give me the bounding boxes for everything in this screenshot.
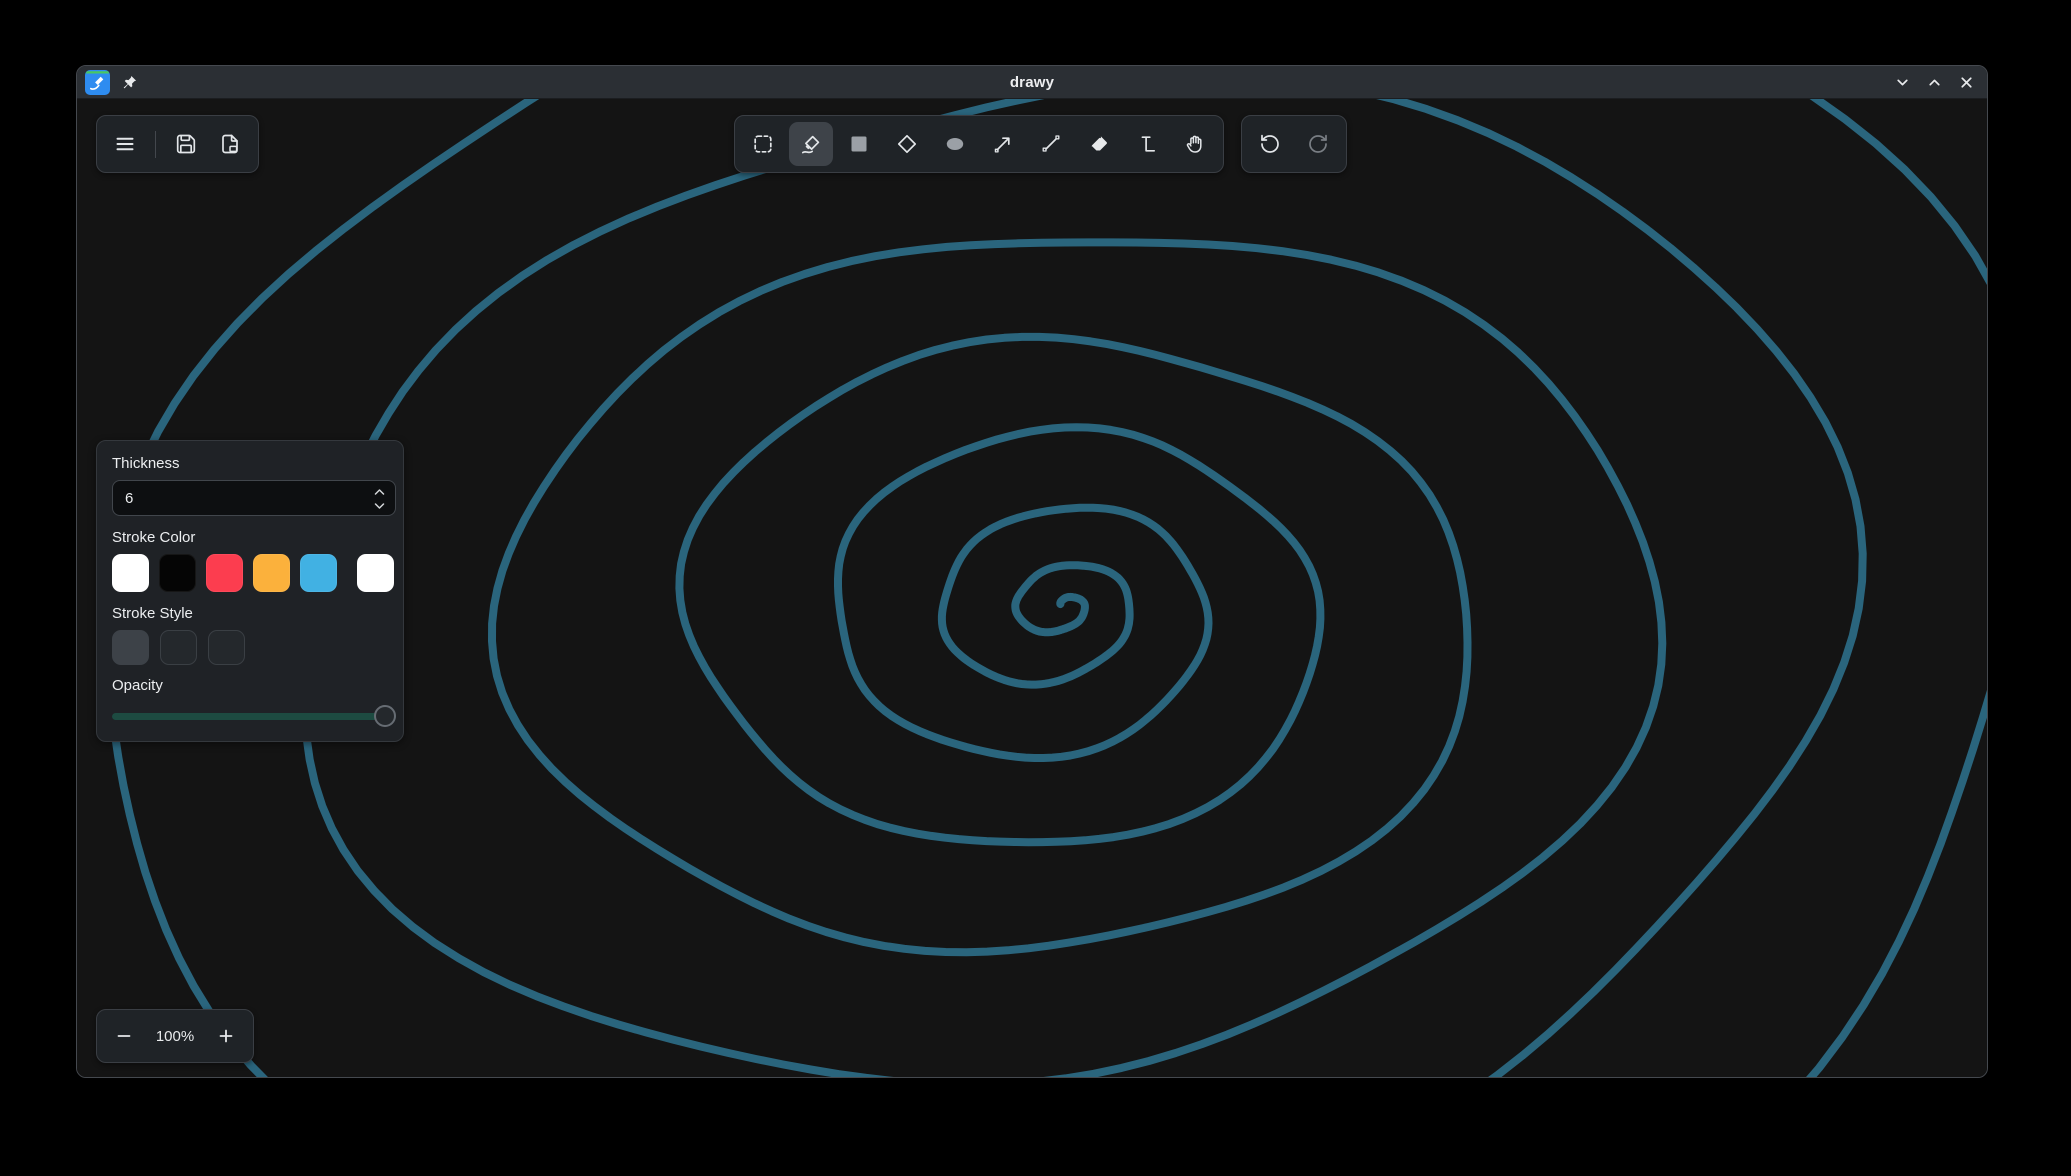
close-icon: [1958, 74, 1975, 91]
stroke-style-dashed-button[interactable]: [160, 630, 197, 665]
window-controls: [1893, 66, 1976, 99]
color-swatch[interactable]: [159, 554, 196, 592]
diamond-icon: [895, 132, 919, 156]
arrow-icon: [991, 132, 1015, 156]
hand-tool-button[interactable]: [1173, 122, 1217, 166]
text-icon: [1135, 132, 1159, 156]
color-swatch[interactable]: [300, 554, 337, 592]
chevron-up-icon: [374, 488, 385, 496]
thickness-label: Thickness: [112, 456, 394, 471]
ellipse-tool-button[interactable]: [933, 122, 977, 166]
color-swatch[interactable]: [253, 554, 290, 592]
export-button[interactable]: [208, 122, 252, 166]
pen-tool-button[interactable]: [789, 122, 833, 166]
zoom-out-button[interactable]: [107, 1019, 141, 1053]
close-button[interactable]: [1957, 73, 1976, 92]
save-icon: [174, 132, 198, 156]
color-palette: [112, 554, 347, 592]
chevron-down-icon: [374, 502, 385, 510]
stroke-style-row: [112, 630, 394, 665]
opacity-slider-handle[interactable]: [374, 705, 396, 727]
maximize-button[interactable]: [1925, 73, 1944, 92]
zoom-in-button[interactable]: [209, 1019, 243, 1053]
pen-icon: [799, 132, 823, 156]
current-color-swatch[interactable]: [357, 554, 394, 592]
minimize-icon: [1894, 74, 1911, 91]
thickness-decrease-button[interactable]: [372, 499, 386, 512]
stroke-style-label: Stroke Style: [112, 606, 394, 621]
titlebar: drawy: [77, 66, 1987, 99]
minimize-button[interactable]: [1893, 73, 1912, 92]
rectangle-icon: [847, 132, 871, 156]
opacity-slider-fill: [112, 713, 396, 720]
properties-panel: Thickness Stroke Color: [96, 440, 404, 742]
undo-icon: [1258, 132, 1282, 156]
history-toolbar: [1241, 115, 1347, 173]
redo-icon: [1306, 132, 1330, 156]
export-icon: [218, 132, 242, 156]
hand-icon: [1183, 132, 1207, 156]
selection-icon: [751, 132, 775, 156]
line-tool-button[interactable]: [1029, 122, 1073, 166]
undo-button[interactable]: [1248, 122, 1292, 166]
zoom-bar: 100%: [96, 1009, 254, 1063]
opacity-label: Opacity: [112, 678, 394, 693]
thickness-increase-button[interactable]: [372, 485, 386, 498]
menu-button[interactable]: [103, 122, 147, 166]
ellipse-icon: [943, 132, 967, 156]
thickness-spinner: [372, 485, 386, 512]
toolbar-divider: [155, 131, 156, 158]
zoom-level: 100%: [141, 1028, 209, 1045]
stroke-style-solid-button[interactable]: [112, 630, 149, 665]
selection-tool-button[interactable]: [741, 122, 785, 166]
tools-toolbar: [734, 115, 1224, 173]
file-toolbar: [96, 115, 259, 173]
plus-icon: [216, 1026, 236, 1046]
eraser-tool-button[interactable]: [1077, 122, 1121, 166]
redo-button[interactable]: [1296, 122, 1340, 166]
stroke-style-dotted-button[interactable]: [208, 630, 245, 665]
color-swatch[interactable]: [112, 554, 149, 592]
thickness-input[interactable]: [113, 481, 395, 515]
stroke-color-label: Stroke Color: [112, 530, 394, 545]
thickness-input-wrapper: [112, 480, 396, 516]
window-title: drawy: [77, 74, 1987, 91]
maximize-icon: [1926, 74, 1943, 91]
minus-icon: [114, 1026, 134, 1046]
rectangle-tool-button[interactable]: [837, 122, 881, 166]
diamond-tool-button[interactable]: [885, 122, 929, 166]
app-window: drawy: [76, 65, 1988, 1078]
arrow-tool-button[interactable]: [981, 122, 1025, 166]
text-tool-button[interactable]: [1125, 122, 1169, 166]
color-swatch[interactable]: [206, 554, 243, 592]
stroke-color-row: [112, 554, 394, 592]
eraser-icon: [1087, 132, 1111, 156]
menu-icon: [113, 132, 137, 156]
opacity-slider[interactable]: [112, 705, 396, 727]
save-button[interactable]: [164, 122, 208, 166]
line-icon: [1039, 132, 1063, 156]
